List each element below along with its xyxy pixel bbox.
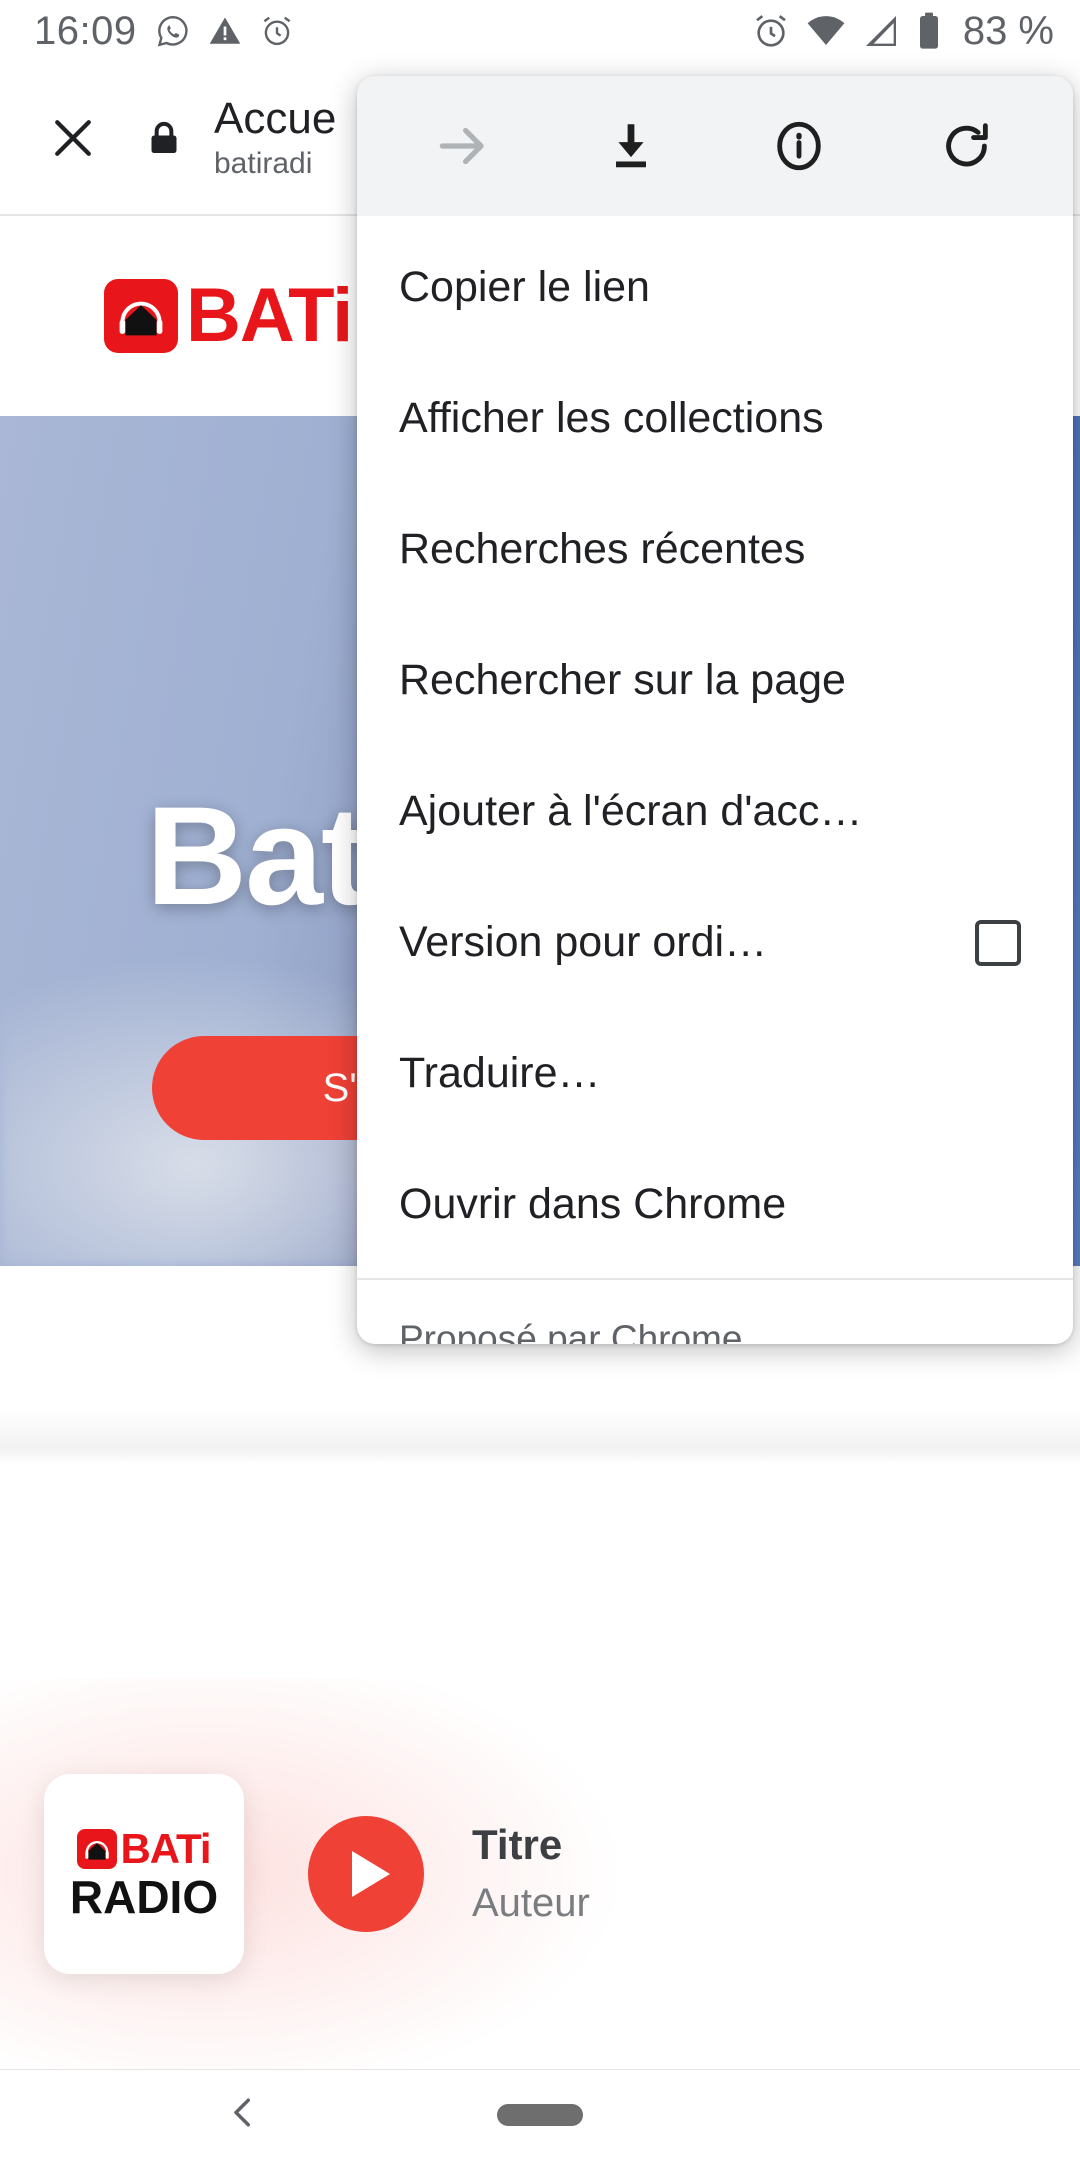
menu-page-info-button[interactable] <box>739 86 859 206</box>
status-bar: 16:09 83 % <box>0 0 1080 62</box>
menu-item-label: Recherches récentes <box>399 525 806 573</box>
menu-item-desktop-site[interactable]: Version pour ordi… <box>357 877 1073 1008</box>
menu-item-translate[interactable]: Traduire… <box>357 1008 1073 1139</box>
site-security-button[interactable] <box>136 118 192 158</box>
audio-player-bar: BATi RADIO Titre Auteur <box>0 1678 1080 2070</box>
menu-footer: Proposé par Chrome <box>399 1318 743 1344</box>
close-tab-button[interactable] <box>30 95 116 181</box>
play-icon <box>352 1851 390 1897</box>
menu-item-show-collections[interactable]: Afficher les collections <box>357 353 1073 484</box>
site-logo[interactable]: BATi <box>104 273 353 358</box>
menu-item-open-in-chrome[interactable]: Ouvrir dans Chrome <box>357 1139 1073 1270</box>
tab-titles[interactable]: Accue batiradi <box>214 94 336 181</box>
status-time: 16:09 <box>34 9 137 53</box>
desktop-site-checkbox[interactable] <box>975 919 1021 966</box>
station-logo-row: BATi <box>77 1825 212 1872</box>
alarm-icon <box>263 16 290 46</box>
wifi-icon <box>807 16 845 45</box>
android-nav-bar <box>0 2070 1080 2160</box>
reload-icon <box>946 123 988 167</box>
menu-item-label: Copier le lien <box>399 263 650 311</box>
track-title: Titre <box>472 1820 563 1868</box>
warning-icon <box>209 17 240 44</box>
page-title: Accue <box>214 94 337 144</box>
menu-forward-button[interactable] <box>403 86 523 206</box>
signal-icon <box>865 16 896 46</box>
menu-item-label: Ouvrir dans Chrome <box>399 1180 787 1228</box>
bati-house-headphones-icon <box>77 1829 118 1869</box>
menu-download-button[interactable] <box>571 86 691 206</box>
battery-percent: 83 % <box>962 9 1054 53</box>
track-info: Titre Auteur <box>472 1820 590 1928</box>
station-artwork[interactable]: BATi RADIO <box>44 1774 244 1974</box>
menu-item-label: Traduire… <box>399 1049 601 1097</box>
menu-reload-button[interactable] <box>907 86 1027 206</box>
site-logo-text: BATi <box>186 273 353 358</box>
menu-item-find-in-page[interactable]: Rechercher sur la page <box>357 615 1073 746</box>
back-icon <box>234 2098 250 2127</box>
status-system-icons: 83 % <box>751 10 1054 52</box>
lock-icon <box>151 121 177 153</box>
nav-home-pill[interactable] <box>497 2104 583 2126</box>
bati-house-headphones-icon <box>104 279 178 353</box>
chrome-menu-popup: Copier le lien Afficher les collections … <box>357 76 1073 1344</box>
status-notification-icons <box>155 13 295 49</box>
info-icon <box>777 121 821 171</box>
track-author: Auteur <box>472 1881 590 1926</box>
forward-icon <box>439 127 484 165</box>
menu-item-label: Rechercher sur la page <box>399 656 846 704</box>
menu-item-label: Afficher les collections <box>399 394 824 442</box>
page-url: batiradi <box>214 146 313 180</box>
alarm-icon <box>756 15 786 47</box>
station-logo-bati: BATi <box>120 1825 211 1872</box>
page-section-divider <box>0 1408 1080 1464</box>
download-icon <box>616 124 646 168</box>
menu-item-copy-link[interactable]: Copier le lien <box>357 222 1073 353</box>
menu-item-label: Ajouter à l'écran d'acc… <box>399 787 863 835</box>
battery-icon <box>919 12 938 49</box>
menu-item-recent-searches[interactable]: Recherches récentes <box>357 484 1073 615</box>
menu-toolbar <box>357 76 1073 216</box>
menu-item-label: Version pour ordi… <box>399 918 768 966</box>
play-button[interactable] <box>308 1816 424 1932</box>
close-icon <box>55 120 91 156</box>
whatsapp-icon <box>157 15 188 47</box>
menu-item-list: Copier le lien Afficher les collections … <box>357 216 1073 1270</box>
nav-back-button[interactable] <box>222 2092 264 2139</box>
station-logo-radio: RADIO <box>69 1871 219 1923</box>
hero-heading: Bat <box>146 777 368 934</box>
menu-item-add-to-home-screen[interactable]: Ajouter à l'écran d'acc… <box>357 746 1073 877</box>
